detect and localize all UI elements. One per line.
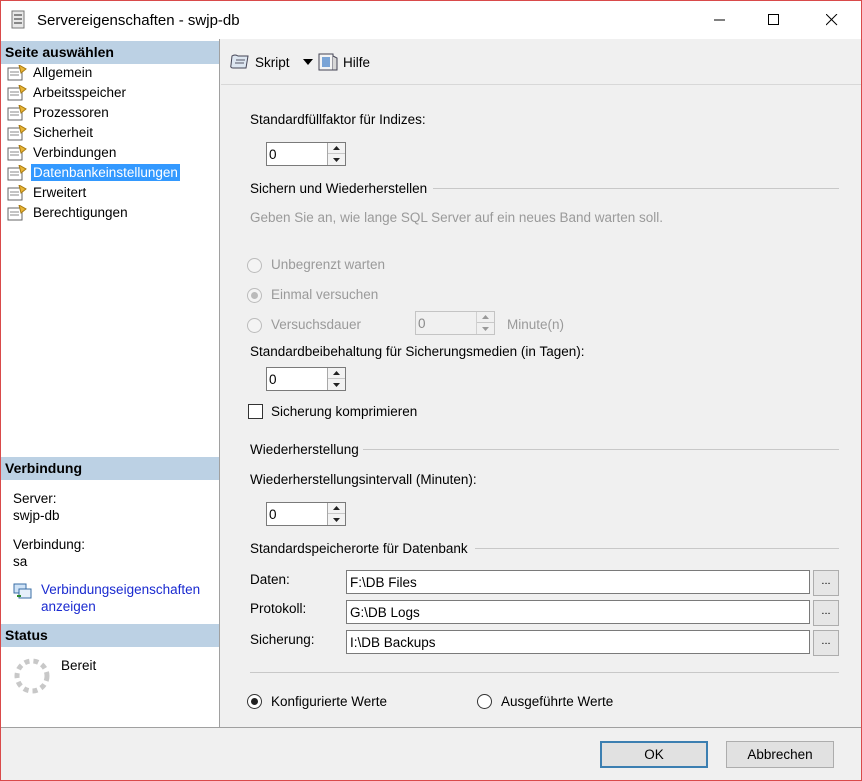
page-item-erweitert[interactable]: Erweitert [5, 183, 180, 203]
radio-configured-values[interactable] [247, 694, 262, 709]
status-value: Bereit [61, 658, 97, 673]
page-icon [7, 145, 27, 161]
backup-hint: Geben Sie an, wie lange SQL Server auf e… [250, 210, 664, 225]
server-properties-icon [11, 10, 25, 29]
radio-duration-label: Versuchsdauer [271, 317, 362, 332]
spin-up-icon[interactable] [328, 368, 345, 379]
compress-backup-label: Sicherung komprimieren [271, 404, 418, 419]
maximize-button[interactable] [749, 1, 799, 39]
close-icon [826, 14, 838, 26]
dialog-window: Servereigenschaften - swjp-db Seite ausw… [0, 0, 862, 781]
connection-properties-icon [13, 583, 32, 599]
page-icon [7, 105, 27, 121]
backup-restore-group-label: Sichern und Wiederherstellen [250, 181, 428, 196]
configured-values-label: Konfigurierte Werte [271, 694, 388, 709]
settings-panel: Standardfüllfaktor für Indizes: 0 Sicher… [221, 86, 861, 727]
title-bar[interactable]: Servereigenschaften - swjp-db [1, 1, 861, 39]
connection-label: Verbindung: [13, 537, 86, 552]
backup-path-browse-button[interactable]: ... [813, 630, 839, 656]
left-pane: Seite auswählen Allgemein Arbeitsspeiche… [1, 39, 220, 727]
log-path-browse-button[interactable]: ... [813, 600, 839, 626]
backup-path-input[interactable]: I:\DB Backups [346, 630, 810, 654]
page-item-datenbankeinstellungen[interactable]: Datenbankeinstellungen [5, 163, 180, 183]
connection-heading: Verbindung [1, 457, 219, 480]
chevron-down-icon[interactable] [302, 58, 314, 66]
cancel-button[interactable]: Abbrechen [726, 741, 834, 768]
page-item-sicherheit[interactable]: Sicherheit [5, 123, 180, 143]
connection-properties-link[interactable]: Verbindungseigenschaften anzeigen [41, 581, 200, 615]
radio-running-values[interactable] [477, 694, 492, 709]
spin-down-icon[interactable] [477, 323, 494, 334]
locations-group-label: Standardspeicherorte für Datenbank [250, 541, 468, 556]
status-heading: Status [1, 624, 219, 647]
fill-factor-spinbox[interactable]: 0 [266, 142, 346, 166]
help-icon [318, 53, 338, 71]
script-icon [230, 54, 249, 69]
page-list: Allgemein Arbeitsspeicher Prozessoren Si… [5, 63, 180, 223]
select-page-heading: Seite auswählen [1, 41, 219, 64]
close-button[interactable] [807, 1, 857, 39]
minimize-icon [714, 19, 725, 21]
server-value: swjp-db [13, 508, 60, 523]
page-item-prozessoren[interactable]: Prozessoren [5, 103, 180, 123]
radio-duration[interactable] [247, 318, 262, 333]
dialog-footer: OK Abbrechen [1, 727, 861, 780]
page-icon [7, 205, 27, 221]
spin-up-icon[interactable] [328, 143, 345, 154]
recovery-group-label: Wiederherstellung [250, 442, 359, 457]
page-item-allgemein[interactable]: Allgemein [5, 63, 180, 83]
running-values-label: Ausgeführte Werte [501, 694, 614, 709]
page-icon [7, 85, 27, 101]
page-item-arbeitsspeicher[interactable]: Arbeitsspeicher [5, 83, 180, 103]
radio-unlimited-label: Unbegrenzt warten [271, 257, 386, 272]
recovery-interval-spinbox[interactable]: 0 [266, 502, 346, 526]
group-divider [475, 548, 839, 549]
spin-up-icon[interactable] [328, 503, 345, 514]
radio-try-once[interactable] [247, 288, 262, 303]
minimize-button[interactable] [695, 1, 745, 39]
backup-path-label: Sicherung: [250, 632, 315, 647]
page-item-berechtigungen[interactable]: Berechtigungen [5, 203, 180, 223]
fill-factor-label: Standardfüllfaktor für Indizes: [250, 112, 426, 127]
radio-try-once-label: Einmal versuchen [271, 287, 379, 302]
data-path-label: Daten: [250, 572, 290, 587]
page-icon [7, 165, 27, 181]
spin-up-icon[interactable] [477, 312, 494, 323]
ok-button[interactable]: OK [600, 741, 708, 768]
log-path-label: Protokoll: [250, 601, 307, 616]
group-divider [363, 449, 839, 450]
page-item-verbindungen[interactable]: Verbindungen [5, 143, 180, 163]
page-icon [7, 65, 27, 81]
page-icon [7, 125, 27, 141]
help-button[interactable]: Hilfe [317, 52, 370, 72]
page-icon [7, 185, 27, 201]
connection-value: sa [13, 554, 28, 569]
radio-unlimited[interactable] [247, 258, 262, 273]
duration-unit-label: Minute(n) [507, 317, 565, 332]
duration-spinbox[interactable]: 0 [415, 311, 495, 335]
content-divider [250, 672, 839, 673]
window-title: Servereigenschaften - swjp-db [37, 12, 240, 29]
toolbar: Skript Hilfe [221, 39, 861, 85]
recovery-interval-label: Wiederherstellungsintervall (Minuten): [250, 472, 477, 487]
spin-down-icon[interactable] [328, 379, 345, 390]
script-button[interactable]: Skript [229, 52, 314, 72]
spin-down-icon[interactable] [328, 514, 345, 525]
retention-label: Standardbeibehaltung für Sicherungsmedie… [250, 344, 585, 359]
log-path-input[interactable]: G:\DB Logs [346, 600, 810, 624]
server-label: Server: [13, 491, 57, 506]
data-path-input[interactable]: F:\DB Files [346, 570, 810, 594]
compress-backup-checkbox[interactable] [248, 404, 263, 419]
data-path-browse-button[interactable]: ... [813, 570, 839, 596]
maximize-icon [768, 14, 779, 25]
retention-spinbox[interactable]: 0 [266, 367, 346, 391]
script-label: Skript [255, 54, 290, 70]
group-divider [433, 188, 839, 189]
spin-down-icon[interactable] [328, 154, 345, 165]
help-label: Hilfe [343, 54, 371, 70]
progress-spinner-icon [14, 658, 50, 694]
